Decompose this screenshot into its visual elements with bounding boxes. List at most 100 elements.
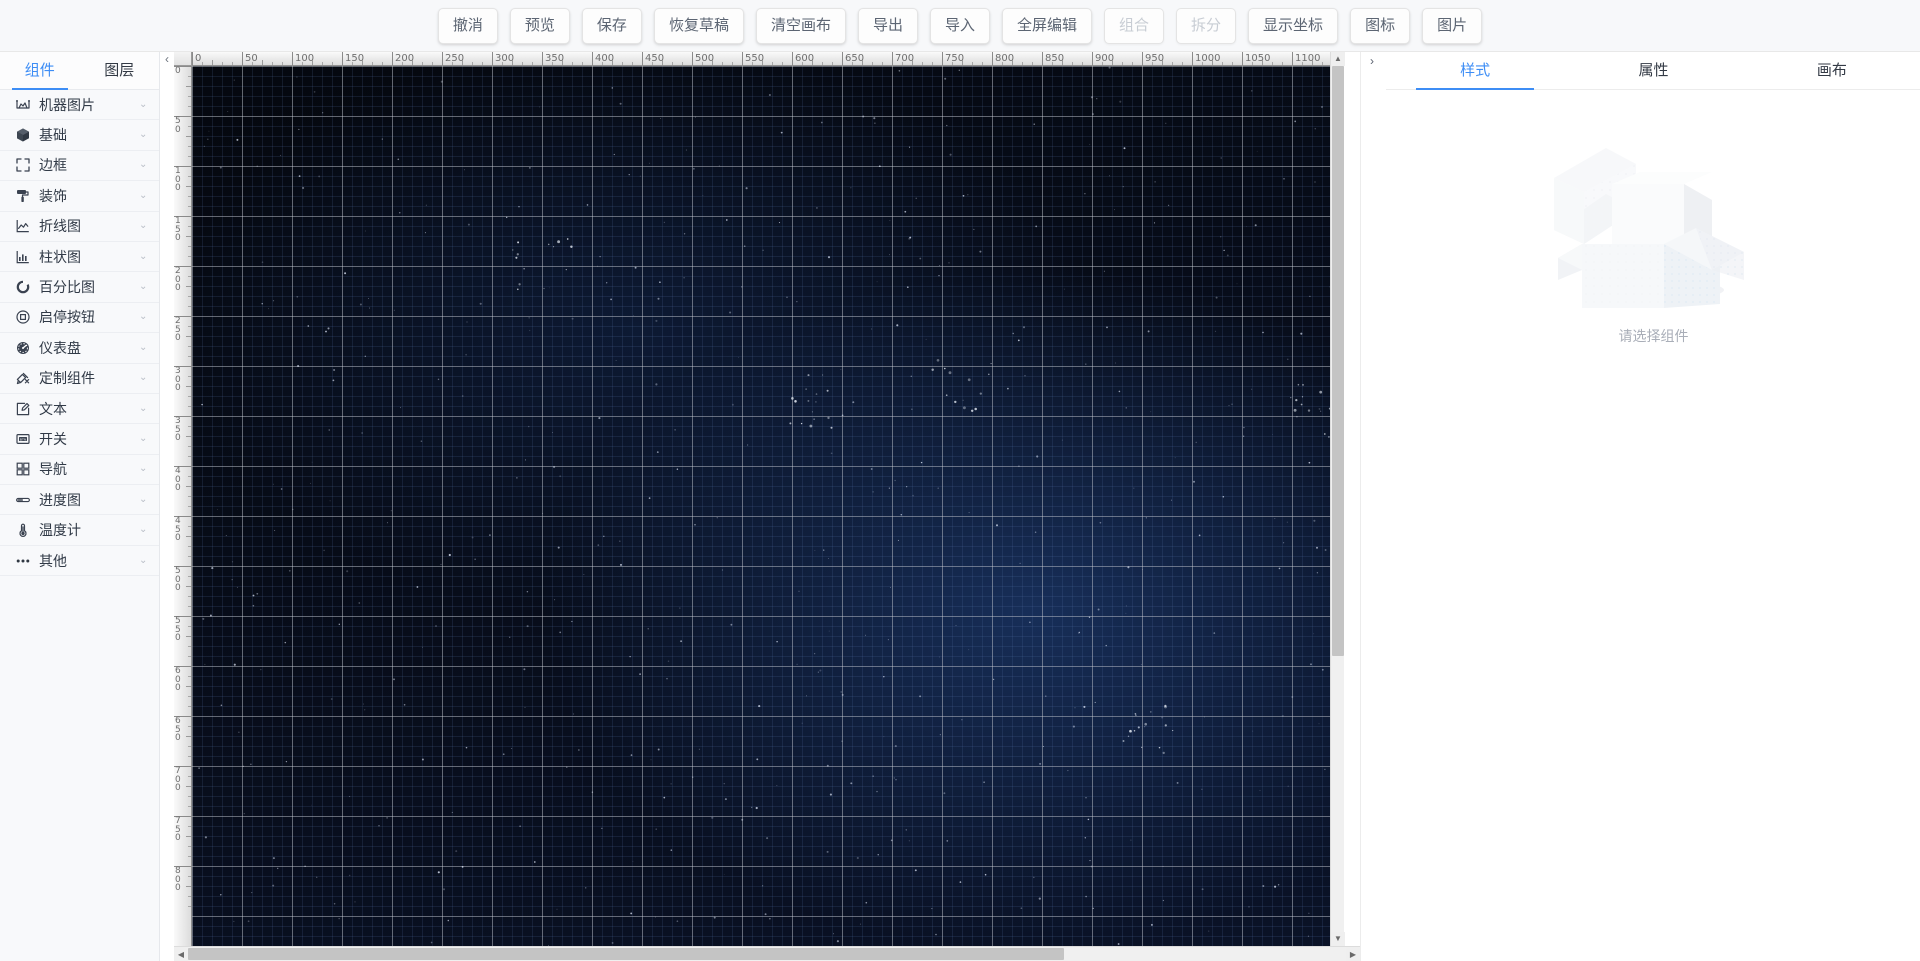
design-canvas[interactable] [192, 66, 1344, 946]
tab-components[interactable]: 组件 [0, 52, 80, 90]
preview-button[interactable]: 预览 [509, 7, 570, 44]
empty-box-illustration [1553, 148, 1744, 308]
sidebar-item-10[interactable]: 文本 ⌄ [0, 393, 159, 425]
ruler-label: 600 [795, 53, 815, 64]
ruler-label: 400 [175, 466, 181, 493]
tab-layers[interactable]: 图层 [80, 52, 160, 89]
gauge-icon [14, 339, 32, 357]
paint-roller-icon [14, 187, 32, 205]
horizontal-scroll-thumb[interactable] [188, 948, 1064, 960]
sidebar-item-9[interactable]: 定制组件 ⌄ [0, 363, 159, 394]
sidebar-item-label: 仪表盘 [39, 339, 81, 356]
scroll-left-icon[interactable]: ◀ [174, 947, 188, 961]
undo-button[interactable]: 撤消 [437, 7, 498, 44]
line-chart-icon [14, 217, 32, 235]
sidebar-item-6[interactable]: 百分比图 ⌄ [0, 272, 159, 303]
sidebar-item-4[interactable]: 折线图 ⌄ [0, 211, 159, 242]
sidebar-item-8[interactable]: 仪表盘 ⌄ [0, 333, 159, 364]
sidebar-item-label: 导航 [39, 461, 67, 478]
ruler-label: 650 [175, 716, 181, 743]
main-toolbar: 撤消 预览 保存 恢复草稿 清空画布 导出 导入 全屏编辑 组合 拆分 显示坐标 图标 图片 [0, 0, 1920, 52]
save-button[interactable]: 保存 [581, 7, 642, 44]
chevron-down-icon[interactable]: ⌄ [139, 190, 151, 201]
canvas-horizontal-scrollbar[interactable]: ◀ ▶ [174, 946, 1360, 961]
fullscreen-edit-button[interactable]: 全屏编辑 [1002, 7, 1093, 44]
export-button[interactable]: 导出 [857, 7, 918, 44]
sidebar-item-11[interactable]: BTN 开关 ⌄ [0, 424, 159, 455]
ruler-label: 900 [1095, 53, 1115, 64]
sidebar-tabs: 组件 图层 [0, 52, 159, 90]
app-root: 撤消 预览 保存 恢复草稿 清空画布 导出 导入 全屏编辑 组合 拆分 显示坐标 图标 图片 组件 图层 … [0, 0, 1920, 961]
canvas-vertical-scrollbar[interactable]: ▲ ▼ [1330, 52, 1345, 946]
chevron-down-icon[interactable]: ⌄ [139, 555, 151, 566]
ellipsis-icon [14, 552, 32, 570]
import-button[interactable]: 导入 [929, 7, 990, 44]
sidebar-item-1[interactable]: 基础 ⌄ [0, 120, 159, 151]
scroll-right-icon[interactable]: ▶ [1346, 947, 1360, 961]
chevron-down-icon[interactable]: ⌄ [139, 160, 151, 170]
sidebar-item-label: 定制组件 [39, 370, 95, 387]
vertical-scroll-thumb[interactable] [1332, 66, 1344, 656]
chevron-down-icon[interactable]: ⌄ [139, 312, 151, 322]
chevron-down-icon[interactable]: ⌄ [139, 494, 151, 505]
sidebar-item-2[interactable]: 边框 ⌄ [0, 150, 159, 182]
chevron-down-icon[interactable]: ⌄ [139, 525, 151, 535]
empty-state-text: 请选择组件 [1618, 328, 1689, 344]
ruler-label: 800 [175, 866, 181, 893]
sidebar-item-15[interactable]: 其他 ⌄ [0, 545, 159, 577]
icon-button[interactable]: 图标 [1350, 7, 1411, 44]
chevron-down-icon[interactable]: ⌄ [139, 282, 151, 292]
chevron-down-icon[interactable]: ⌄ [139, 221, 151, 231]
ruler-label: 500 [175, 566, 181, 593]
cube-icon [14, 126, 32, 144]
restore-draft-button[interactable]: 恢复草稿 [653, 7, 744, 44]
ruler-label: 850 [1045, 53, 1065, 64]
canvas-viewport[interactable] [192, 66, 1344, 946]
ruler-label: 100 [295, 53, 315, 64]
chevron-down-icon[interactable]: ⌄ [139, 373, 151, 383]
scroll-up-icon[interactable]: ▲ [1331, 52, 1345, 66]
chevron-down-icon[interactable]: ⌄ [139, 433, 151, 444]
chevron-down-icon[interactable]: ⌄ [139, 130, 151, 140]
sidebar-item-12[interactable]: 导航 ⌄ [0, 454, 159, 486]
sidebar-item-label: 百分比图 [39, 279, 95, 296]
ruler-label: 600 [175, 666, 181, 693]
chevron-down-icon[interactable]: ⌄ [139, 251, 151, 262]
ruler-label: 650 [845, 53, 865, 64]
sidebar-item-0[interactable]: 机器图片 ⌄ [0, 90, 159, 121]
sidebar-item-5[interactable]: 柱状图 ⌄ [0, 241, 159, 273]
grid-nav-icon [14, 460, 32, 478]
ruler-label: 150 [175, 216, 181, 243]
ruler-label: 1000 [1195, 53, 1221, 64]
tab-style[interactable]: 样式 [1386, 52, 1564, 90]
custom-component-icon [14, 369, 32, 387]
vertical-ruler: 0 50 100 150 200 250 300 350 400 450 500 550 600 650 7… [174, 66, 192, 946]
clear-canvas-button[interactable]: 清空画布 [755, 7, 846, 44]
ruler-label: 550 [745, 53, 765, 64]
sidebar-item-label: 折线图 [39, 218, 81, 235]
tab-canvas[interactable]: 画布 [1743, 52, 1920, 89]
chevron-down-icon[interactable]: ⌄ [139, 403, 151, 414]
donut-chart-icon [14, 278, 32, 296]
sidebar-item-7[interactable]: 启停按钮 ⌄ [0, 302, 159, 334]
sidebar-item-label: 开关 [39, 430, 67, 447]
image-button[interactable]: 图片 [1422, 7, 1483, 44]
sidebar-item-label: 装饰 [39, 187, 67, 204]
collapse-right-icon[interactable]: › [1365, 54, 1379, 68]
sidebar-item-14[interactable]: 温度计 ⌄ [0, 515, 159, 546]
scroll-down-icon[interactable]: ▼ [1331, 932, 1345, 946]
start-stop-icon [14, 308, 32, 326]
ruler-label: 350 [545, 53, 565, 64]
left-sidebar: 组件 图层 机器图片 ⌄ 基础 ⌄ 边框 ⌄ 装饰 ⌄ 折线图 ⌄ 柱状图 ⌄ 百分比图 ⌄ 启停按钮 ⌄ 仪表盘… [0, 52, 160, 961]
sidebar-item-3[interactable]: 装饰 ⌄ [0, 181, 159, 212]
ruler-label: 750 [945, 53, 965, 64]
ruler-label: 350 [175, 416, 181, 443]
chevron-down-icon[interactable]: ⌄ [139, 464, 151, 474]
tab-properties[interactable]: 属性 [1564, 52, 1742, 89]
sidebar-item-13[interactable]: 进度图 ⌄ [0, 485, 159, 516]
right-properties-panel: › 样式 属性 画布 请选择组件 [1360, 52, 1920, 961]
collapse-left-icon[interactable]: ‹ [160, 52, 174, 66]
chevron-down-icon[interactable]: ⌄ [139, 342, 151, 353]
show-coordinates-button[interactable]: 显示坐标 [1248, 7, 1339, 44]
chevron-down-icon[interactable]: ⌄ [139, 99, 151, 110]
